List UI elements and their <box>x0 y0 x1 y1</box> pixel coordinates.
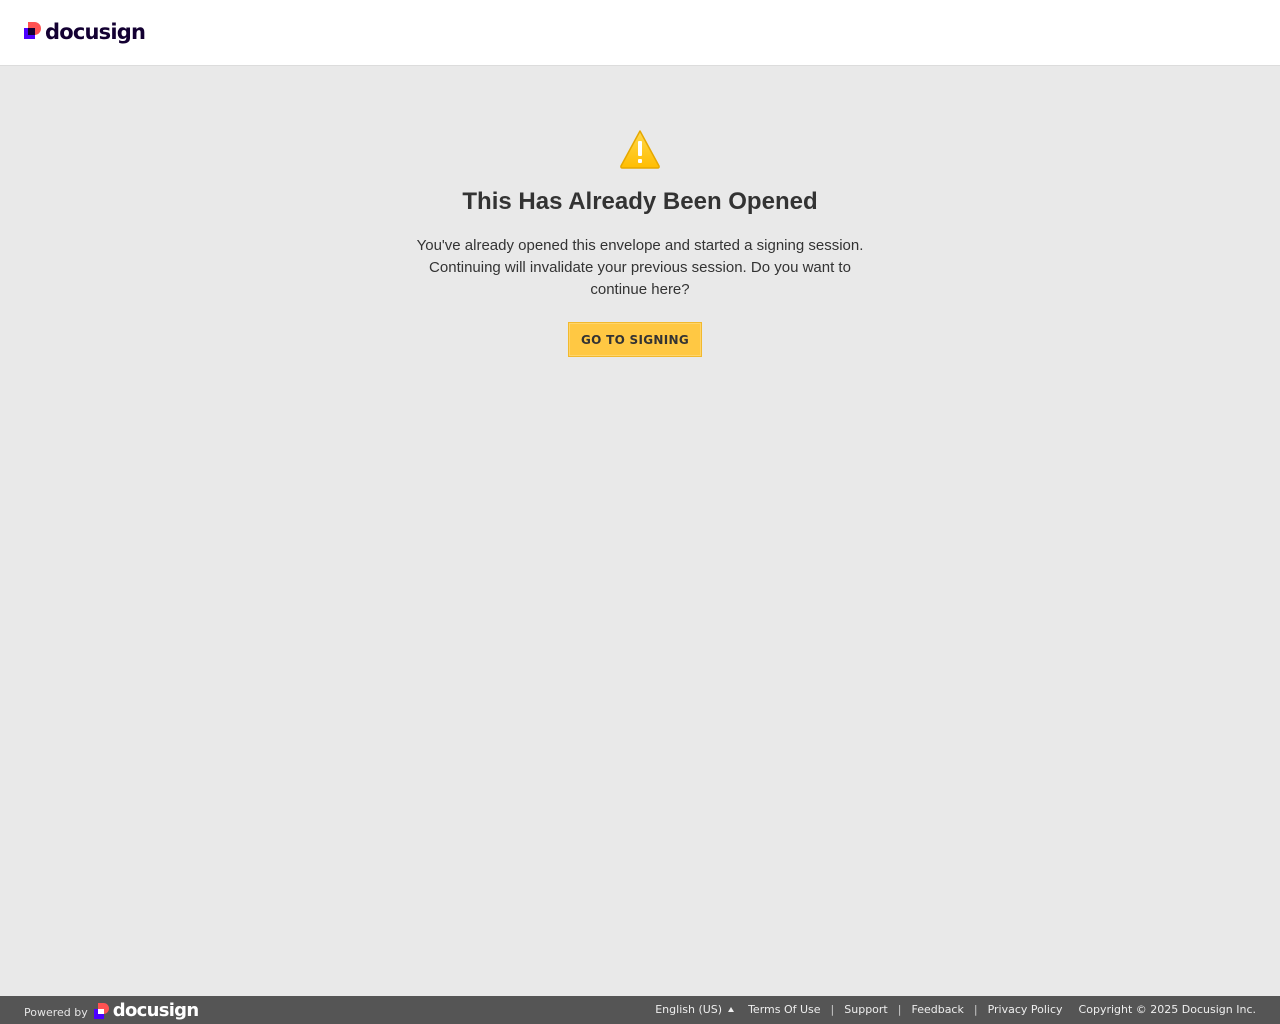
docusign-logo[interactable]: docusign <box>24 19 146 45</box>
feedback-link[interactable]: Feedback <box>911 1003 963 1016</box>
caret-up-icon <box>728 1006 735 1012</box>
docusign-logo-icon <box>24 21 41 41</box>
powered-by: Powered by docusign <box>24 999 199 1023</box>
powered-by-label: Powered by <box>24 1006 88 1019</box>
copyright-text: Copyright © 2025 Docusign Inc. <box>1078 1002 1256 1016</box>
go-to-signing-button[interactable]: GO TO SIGNING <box>568 322 702 357</box>
separator: | <box>830 1002 835 1016</box>
footer-links: English (US) Terms Of Use | Support | Fe… <box>655 996 1256 1022</box>
separator: | <box>897 1002 902 1016</box>
footer: Powered by docusign English (US) Terms O… <box>0 996 1280 1024</box>
footer-logo-text: docusign <box>112 1000 199 1021</box>
docusign-footer-logo-icon <box>93 1002 109 1020</box>
language-label: English (US) <box>655 1002 723 1016</box>
page-title: This Has Already Been Opened <box>462 188 818 215</box>
language-selector[interactable]: English (US) <box>655 1002 735 1016</box>
terms-of-use-link[interactable]: Terms Of Use <box>748 1003 820 1016</box>
logo-text: docusign <box>45 20 146 44</box>
warning-icon <box>620 130 660 169</box>
support-link[interactable]: Support <box>844 1003 887 1016</box>
privacy-policy-link[interactable]: Privacy Policy <box>988 1003 1063 1016</box>
header: docusign <box>0 0 1280 66</box>
separator: | <box>973 1002 978 1016</box>
warning-message: You've already opened this envelope and … <box>416 237 864 298</box>
